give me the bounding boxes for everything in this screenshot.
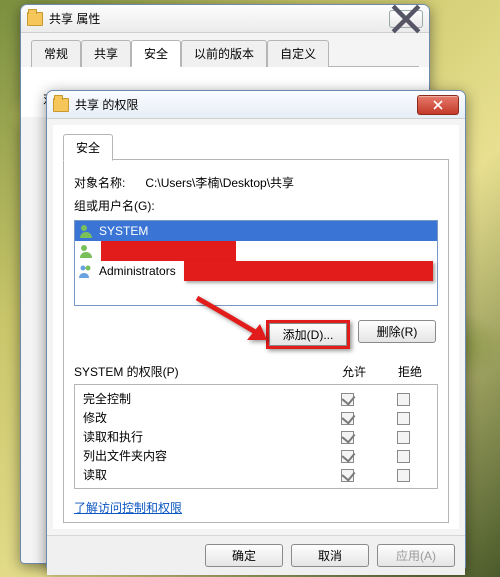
perm-name: 读取和执行 (83, 428, 319, 445)
allow-header: 允许 (326, 363, 382, 380)
tab-general[interactable]: 常规 (31, 40, 81, 67)
user-list[interactable]: SYSTEM Administrators (74, 220, 438, 306)
permissions-window: 共享 的权限 安全 对象名称: C:\Users\李楠\Desktop\共享 组… (46, 90, 466, 570)
folder-icon (27, 12, 43, 26)
titlebar[interactable]: 共享 属性 (21, 5, 429, 33)
titlebar[interactable]: 共享 的权限 (47, 91, 465, 119)
user-row-administrators[interactable]: Administrators (75, 261, 437, 281)
object-row: 对象名称: C:\Users\李楠\Desktop\共享 (74, 174, 438, 191)
deny-checkbox[interactable] (397, 431, 410, 444)
permissions-list: 完全控制 修改 读取和执行 列出文件夹内容 (74, 384, 438, 489)
close-button[interactable] (417, 95, 459, 115)
add-highlight: 添加(D)... (266, 320, 350, 349)
tab-share[interactable]: 共享 (81, 40, 131, 67)
perm-row: 读取和执行 (83, 427, 431, 446)
group-label: 组或用户名(G): (74, 197, 438, 214)
allow-checkbox[interactable] (341, 393, 354, 406)
user-icon (79, 223, 95, 239)
user-name: SYSTEM (99, 224, 148, 238)
apply-button[interactable]: 应用(A) (377, 544, 455, 567)
users-icon (79, 263, 95, 279)
perm-row: 完全控制 (83, 389, 431, 408)
tab-previous[interactable]: 以前的版本 (181, 40, 267, 67)
dialog-footer: 确定 取消 应用(A) (47, 535, 465, 575)
perm-name: 完全控制 (83, 390, 319, 407)
deny-header: 拒绝 (382, 363, 438, 380)
perm-name: 读取 (83, 466, 319, 483)
redaction-bar (184, 261, 433, 281)
perm-row: 修改 (83, 408, 431, 427)
deny-checkbox[interactable] (397, 450, 410, 463)
deny-checkbox[interactable] (397, 412, 410, 425)
add-button[interactable]: 添加(D)... (269, 323, 347, 346)
learn-link[interactable]: 了解访问控制和权限 (74, 499, 182, 516)
object-label: 对象名称: (74, 176, 125, 190)
close-icon[interactable] (389, 10, 423, 28)
tab-security[interactable]: 安全 (63, 134, 113, 161)
user-row-redacted[interactable] (75, 241, 437, 261)
redaction-bar (101, 241, 236, 261)
tabstrip: 常规 共享 安全 以前的版本 自定义 (31, 39, 419, 66)
user-name: Administrators (99, 264, 176, 278)
cancel-button[interactable]: 取消 (291, 544, 369, 567)
deny-checkbox[interactable] (397, 393, 410, 406)
allow-checkbox[interactable] (341, 412, 354, 425)
deny-checkbox[interactable] (397, 469, 410, 482)
user-row-system[interactable]: SYSTEM (75, 221, 437, 241)
perm-name: 修改 (83, 409, 319, 426)
user-icon (79, 243, 95, 259)
folder-icon (53, 98, 69, 112)
allow-checkbox[interactable] (341, 450, 354, 463)
permissions-for-label: SYSTEM 的权限(P) (74, 363, 326, 380)
perm-name: 列出文件夹内容 (83, 447, 319, 464)
ok-button[interactable]: 确定 (205, 544, 283, 567)
object-path: C:\Users\李楠\Desktop\共享 (145, 176, 294, 190)
window-title: 共享 属性 (49, 10, 389, 27)
allow-checkbox[interactable] (341, 431, 354, 444)
tab-custom[interactable]: 自定义 (267, 40, 329, 67)
allow-checkbox[interactable] (341, 469, 354, 482)
tab-security[interactable]: 安全 (131, 40, 181, 67)
window-title: 共享 的权限 (75, 96, 417, 113)
perm-row: 读取 (83, 465, 431, 484)
remove-button[interactable]: 删除(R) (358, 320, 436, 343)
perm-row: 列出文件夹内容 (83, 446, 431, 465)
tabstrip: 安全 (63, 133, 449, 160)
